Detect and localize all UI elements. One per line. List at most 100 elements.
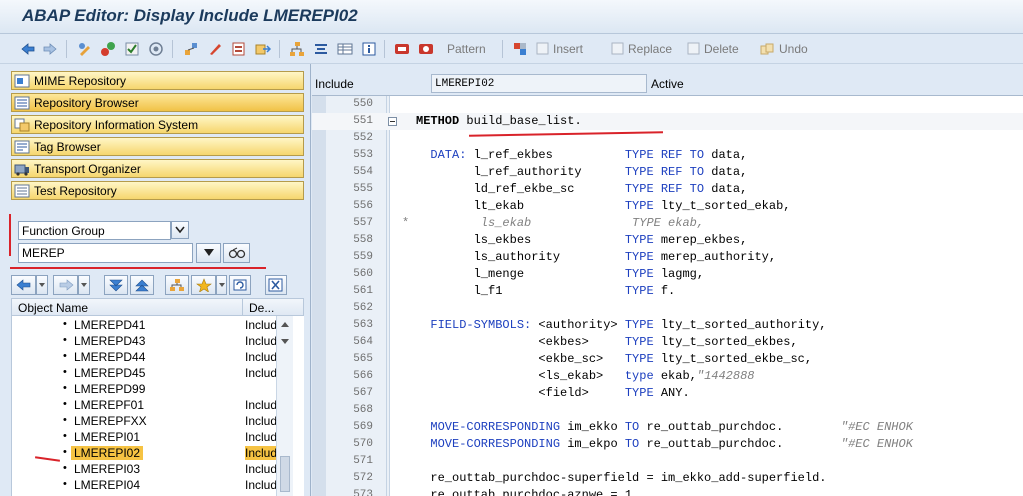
code-line[interactable]: 571 bbox=[312, 453, 1023, 470]
code-line[interactable]: 564 <ekbes> TYPE lty_t_sorted_ekbes, bbox=[312, 334, 1023, 351]
favorites-button[interactable] bbox=[191, 275, 216, 295]
line-number: 561 bbox=[353, 285, 373, 297]
navigate-icon[interactable] bbox=[255, 40, 271, 58]
code-area[interactable]: 550 551 METHOD build_base_list. 552 553 DATA… bbox=[312, 96, 1023, 496]
repository-browser-icon bbox=[14, 96, 30, 109]
hierarchy-icon[interactable] bbox=[289, 40, 305, 58]
collapse-all-button[interactable] bbox=[130, 275, 154, 295]
object-name-dropdown-button[interactable] bbox=[196, 243, 221, 263]
scroll-thumb[interactable] bbox=[280, 456, 290, 492]
where-used-icon[interactable] bbox=[183, 40, 199, 58]
external-breakpoint-icon[interactable] bbox=[418, 40, 434, 58]
object-type-dropdown-button[interactable] bbox=[171, 221, 189, 239]
nav-tag-browser[interactable]: Tag Browser bbox=[11, 137, 304, 156]
code-text: ls_ekbes TYPE merep_ekbes, bbox=[416, 233, 748, 247]
tree-scrollbar[interactable] bbox=[276, 316, 293, 496]
tree-row[interactable]: • LMEREPI01 Include bbox=[12, 430, 288, 446]
active-inactive-icon[interactable] bbox=[100, 40, 116, 58]
nav-repository-information-system[interactable]: Repository Information System bbox=[11, 115, 304, 134]
tree-row[interactable]: • LMEREPD99 bbox=[12, 382, 288, 398]
scroll-down-icon[interactable] bbox=[277, 334, 293, 348]
code-line[interactable]: 572 re_outtab_purchdoc-superfield = im_e… bbox=[312, 470, 1023, 487]
code-line[interactable]: 552 bbox=[312, 130, 1023, 147]
nav-item-label: Repository Information System bbox=[34, 117, 199, 132]
tree-header: Object Name De... bbox=[11, 298, 304, 316]
previous-dropdown-button[interactable] bbox=[36, 275, 48, 295]
replace-button[interactable]: Replace bbox=[611, 40, 672, 58]
previous-object-button[interactable] bbox=[11, 275, 36, 295]
tree-row[interactable]: • LMEREPD43 Include bbox=[12, 334, 288, 350]
activate-icon[interactable] bbox=[148, 40, 164, 58]
tree-row[interactable]: • LMEREPI03 Include bbox=[12, 462, 288, 478]
fold-toggle-icon[interactable] bbox=[388, 117, 397, 126]
object-list-icon[interactable] bbox=[231, 40, 247, 58]
expand-all-button[interactable] bbox=[104, 275, 128, 295]
nav-repository-browser[interactable]: Repository Browser bbox=[11, 93, 304, 112]
tree-row[interactable]: • LMEREPD41 Include bbox=[12, 318, 288, 334]
insert-label: Insert bbox=[553, 42, 584, 56]
line-number: 559 bbox=[353, 251, 373, 263]
nav-transport-organizer[interactable]: Transport Organizer bbox=[11, 159, 304, 178]
pattern-button[interactable]: Pattern bbox=[444, 40, 486, 58]
tree-row[interactable]: • LMEREPD44 Include bbox=[12, 350, 288, 366]
nav-test-repository[interactable]: Test Repository bbox=[11, 181, 304, 200]
display-glasses-button[interactable] bbox=[223, 243, 250, 263]
tree-row[interactable]: • LMEREPD45 Include bbox=[12, 366, 288, 382]
object-type-select[interactable]: Function Group bbox=[18, 221, 171, 240]
code-line[interactable]: 569 MOVE-CORRESPONDING im_ekko TO re_out… bbox=[312, 419, 1023, 436]
check-icon[interactable] bbox=[124, 40, 140, 58]
expand-icon bbox=[109, 279, 123, 292]
code-line[interactable]: 570 MOVE-CORRESPONDING im_ekpo TO re_out… bbox=[312, 436, 1023, 453]
edit-pencil-icon[interactable] bbox=[207, 40, 223, 58]
object-name-value: MEREP bbox=[22, 246, 65, 260]
code-line[interactable]: 565 <ekbe_sc> TYPE lty_t_sorted_ekbe_sc, bbox=[312, 351, 1023, 368]
include-name-field: LMEREPI02 bbox=[431, 74, 647, 93]
code-line[interactable]: 559 ls_authority TYPE merep_authority, bbox=[312, 249, 1023, 266]
tree-row[interactable]: • LMEREPF01 Include bbox=[12, 398, 288, 414]
code-line[interactable]: 573 re_outtab_purchdoc-aznwe = 1. bbox=[312, 487, 1023, 496]
code-line[interactable]: 558 ls_ekbes TYPE merep_ekbes, bbox=[312, 232, 1023, 249]
code-line[interactable]: 555 ld_ref_ekbe_sc TYPE REF TO data, bbox=[312, 181, 1023, 198]
breakpoint-icon[interactable] bbox=[394, 40, 410, 58]
next-dropdown-button[interactable] bbox=[78, 275, 90, 295]
tree-row[interactable]: • LMEREPFXX Include bbox=[12, 414, 288, 430]
close-tree-button[interactable] bbox=[265, 275, 287, 295]
code-line[interactable]: 568 bbox=[312, 402, 1023, 419]
forward-arrow-icon[interactable] bbox=[42, 40, 58, 58]
delete-button[interactable]: Delete bbox=[687, 40, 739, 58]
scroll-up-icon[interactable] bbox=[277, 318, 293, 332]
code-line[interactable]: 553 DATA: l_ref_ekbes TYPE REF TO data, bbox=[312, 147, 1023, 164]
nav-mime-repository[interactable]: MIME Repository bbox=[11, 71, 304, 90]
info-icon[interactable] bbox=[361, 40, 377, 58]
code-editor[interactable]: 550 551 METHOD build_base_list. 552 553 DATA… bbox=[312, 95, 1023, 496]
code-text: ld_ref_ekbe_sc TYPE REF TO data, bbox=[416, 182, 748, 196]
code-line[interactable]: 567 <field> TYPE ANY. bbox=[312, 385, 1023, 402]
column-description[interactable]: De... bbox=[249, 301, 274, 315]
hierarchy-button[interactable] bbox=[165, 275, 189, 295]
code-line[interactable]: 561 l_f1 TYPE f. bbox=[312, 283, 1023, 300]
code-line[interactable]: 550 bbox=[312, 96, 1023, 113]
comment-marker: * bbox=[402, 216, 410, 230]
tree-row[interactable]: • LMEREPI04 Include bbox=[12, 478, 288, 494]
favorites-dropdown-button[interactable] bbox=[216, 275, 227, 295]
code-line[interactable]: 562 bbox=[312, 300, 1023, 317]
code-line[interactable]: 551 METHOD build_base_list. bbox=[312, 113, 1023, 130]
code-line[interactable]: 556 lt_ekab TYPE lty_t_sorted_ekab, bbox=[312, 198, 1023, 215]
back-arrow-icon[interactable] bbox=[20, 40, 36, 58]
pattern-label: Pattern bbox=[447, 42, 486, 56]
code-line[interactable]: 554 l_ref_authority TYPE REF TO data, bbox=[312, 164, 1023, 181]
pretty-printer-icon[interactable] bbox=[313, 40, 329, 58]
display-change-icon[interactable] bbox=[77, 40, 93, 58]
column-object-name[interactable]: Object Name bbox=[18, 301, 88, 315]
undo-button[interactable]: Undo bbox=[760, 40, 808, 58]
block-icon[interactable] bbox=[512, 40, 528, 58]
code-line[interactable]: 557 * ls_ekab TYPE ekab, bbox=[312, 215, 1023, 232]
table-icon[interactable] bbox=[337, 40, 353, 58]
object-name-input[interactable]: MEREP bbox=[18, 243, 193, 263]
code-line[interactable]: 566 <ls_ekab> type ekab,"1442888 bbox=[312, 368, 1023, 385]
code-line[interactable]: 560 l_menge TYPE lagmg, bbox=[312, 266, 1023, 283]
refresh-button[interactable] bbox=[229, 275, 251, 295]
next-object-button[interactable] bbox=[53, 275, 78, 295]
insert-button[interactable]: Insert bbox=[536, 40, 583, 58]
code-line[interactable]: 563 FIELD-SYMBOLS: <authority> TYPE lty_… bbox=[312, 317, 1023, 334]
